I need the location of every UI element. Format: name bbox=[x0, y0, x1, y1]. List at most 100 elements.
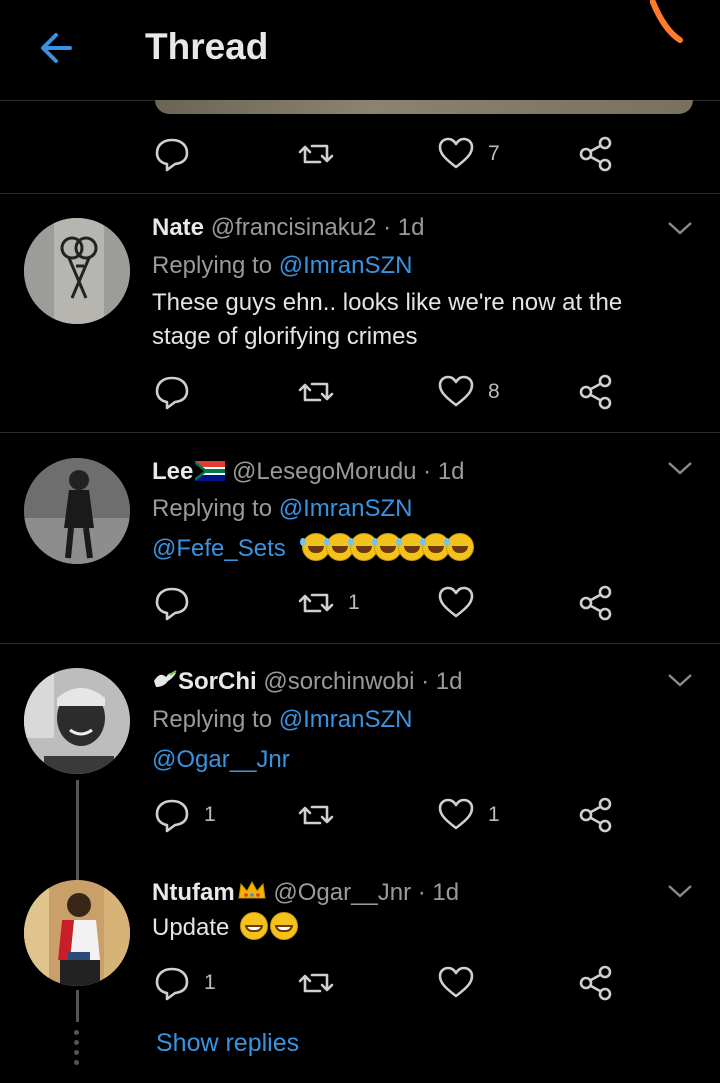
retweet-count: 1 bbox=[348, 591, 360, 614]
like-icon bbox=[438, 375, 474, 407]
tweet-text-line: stage of glorifying crimes bbox=[152, 323, 418, 350]
tweet-actions: 7 bbox=[152, 134, 622, 174]
header-bar: Thread bbox=[0, 0, 720, 100]
reply-button[interactable] bbox=[152, 134, 192, 174]
show-replies-link[interactable]: Show replies bbox=[156, 1029, 299, 1058]
retweet-icon bbox=[298, 973, 334, 993]
reply-button[interactable]: 1 bbox=[152, 795, 216, 835]
display-name[interactable]: Ntufam bbox=[152, 879, 235, 906]
reply-button[interactable] bbox=[152, 372, 192, 412]
like-count: 7 bbox=[488, 142, 500, 165]
tweet-actions: 1 bbox=[152, 583, 622, 623]
like-button[interactable] bbox=[436, 583, 476, 623]
share-icon bbox=[579, 374, 612, 410]
thread-connector bbox=[76, 780, 79, 880]
retweet-icon bbox=[298, 144, 334, 164]
handle: @Ogar__Jnr · 1d bbox=[273, 879, 460, 906]
share-button[interactable] bbox=[576, 372, 616, 412]
mention-link[interactable]: @ImranSZN bbox=[279, 706, 413, 733]
person-photo bbox=[24, 880, 130, 986]
chevron-down-icon[interactable] bbox=[666, 458, 694, 478]
crown-icon bbox=[238, 880, 266, 899]
avatar[interactable] bbox=[24, 668, 130, 774]
reply-icon bbox=[155, 138, 189, 172]
share-icon bbox=[579, 965, 612, 1001]
tweet-text-content: Update bbox=[152, 914, 230, 941]
tweet-meta: Lee @LesegoMorudu · 1d bbox=[152, 458, 465, 486]
divider bbox=[0, 432, 720, 433]
person-photo bbox=[24, 458, 130, 564]
dove-icon bbox=[154, 670, 177, 687]
tweet-actions: 8 bbox=[152, 372, 622, 412]
replying-to: Replying to @ImranSZN bbox=[152, 495, 412, 523]
replying-to: Replying to @ImranSZN bbox=[152, 252, 412, 280]
reply-count: 1 bbox=[204, 803, 216, 826]
share-button[interactable] bbox=[576, 134, 616, 174]
display-name[interactable]: SorChi bbox=[178, 668, 257, 695]
reply-icon bbox=[155, 799, 189, 833]
back-arrow-icon[interactable] bbox=[36, 28, 76, 68]
share-button[interactable] bbox=[576, 795, 616, 835]
divider bbox=[0, 643, 720, 644]
mention-link[interactable]: @ImranSZN bbox=[279, 495, 413, 522]
tweet-text: @Ogar__Jnr bbox=[152, 743, 672, 777]
mention-link[interactable]: @Ogar__Jnr bbox=[152, 746, 290, 773]
retweet-button[interactable] bbox=[296, 963, 336, 1003]
tweet-meta: Nate @francisinaku2 · 1d bbox=[152, 214, 425, 242]
share-icon bbox=[579, 797, 612, 833]
thread-connector bbox=[76, 990, 79, 1022]
rolling-laughing-emoji-icon bbox=[300, 533, 475, 562]
handle: @sorchinwobi · 1d bbox=[263, 668, 463, 695]
reply-button[interactable]: 1 bbox=[152, 963, 216, 1003]
display-name[interactable]: Nate bbox=[152, 214, 204, 241]
retweet-button[interactable] bbox=[296, 795, 336, 835]
tweet-text: Update bbox=[152, 911, 672, 945]
like-icon bbox=[438, 137, 474, 169]
tweet-actions: 1 1 bbox=[152, 795, 622, 835]
share-button[interactable] bbox=[576, 963, 616, 1003]
avatar[interactable] bbox=[24, 458, 130, 564]
replying-label: Replying to bbox=[152, 706, 279, 733]
replying-to: Replying to @ImranSZN bbox=[152, 706, 412, 734]
like-button[interactable]: 8 bbox=[436, 372, 500, 412]
retweet-button[interactable] bbox=[296, 372, 336, 412]
mention-link[interactable]: @ImranSZN bbox=[279, 252, 413, 279]
chevron-down-icon[interactable] bbox=[666, 670, 694, 690]
retweet-icon bbox=[298, 593, 334, 613]
like-button[interactable] bbox=[436, 963, 476, 1003]
tweet-text-line: These guys ehn.. looks like we're now at… bbox=[152, 289, 623, 316]
grinning-face-emoji-icon bbox=[240, 912, 299, 941]
reply-button[interactable] bbox=[152, 583, 192, 623]
tweet-actions: 1 bbox=[152, 963, 622, 1003]
thread-dots bbox=[74, 1030, 80, 1070]
chevron-down-icon[interactable] bbox=[666, 881, 694, 901]
tweet-text: @Fefe_Sets bbox=[152, 532, 672, 566]
tweet-text: These guys ehn.. looks like we're now at… bbox=[152, 286, 672, 354]
like-count: 8 bbox=[488, 380, 500, 403]
avatar[interactable] bbox=[24, 218, 130, 324]
avatar[interactable] bbox=[24, 880, 130, 986]
divider bbox=[0, 193, 720, 194]
handle: @LesegoMorudu · 1d bbox=[232, 458, 465, 485]
chevron-down-icon[interactable] bbox=[666, 218, 694, 238]
like-count: 1 bbox=[488, 803, 500, 826]
like-icon bbox=[438, 586, 474, 618]
person-photo bbox=[24, 668, 130, 774]
like-button[interactable]: 7 bbox=[436, 134, 500, 174]
page-title: Thread bbox=[145, 26, 269, 67]
retweet-icon bbox=[298, 805, 334, 825]
share-icon bbox=[579, 585, 612, 621]
media-preview[interactable] bbox=[155, 100, 693, 114]
retweet-button[interactable] bbox=[296, 134, 336, 174]
tweet-meta: Ntufam @Ogar__Jnr · 1d bbox=[152, 879, 459, 907]
south-africa-flag-icon bbox=[195, 461, 226, 481]
share-button[interactable] bbox=[576, 583, 616, 623]
like-icon bbox=[438, 798, 474, 830]
reply-icon bbox=[155, 376, 189, 410]
replying-label: Replying to bbox=[152, 252, 279, 279]
display-name[interactable]: Lee bbox=[152, 458, 193, 485]
retweet-button[interactable]: 1 bbox=[296, 583, 360, 623]
like-button[interactable]: 1 bbox=[436, 795, 500, 835]
mention-link[interactable]: @Fefe_Sets bbox=[152, 535, 286, 562]
reply-icon bbox=[155, 587, 189, 621]
